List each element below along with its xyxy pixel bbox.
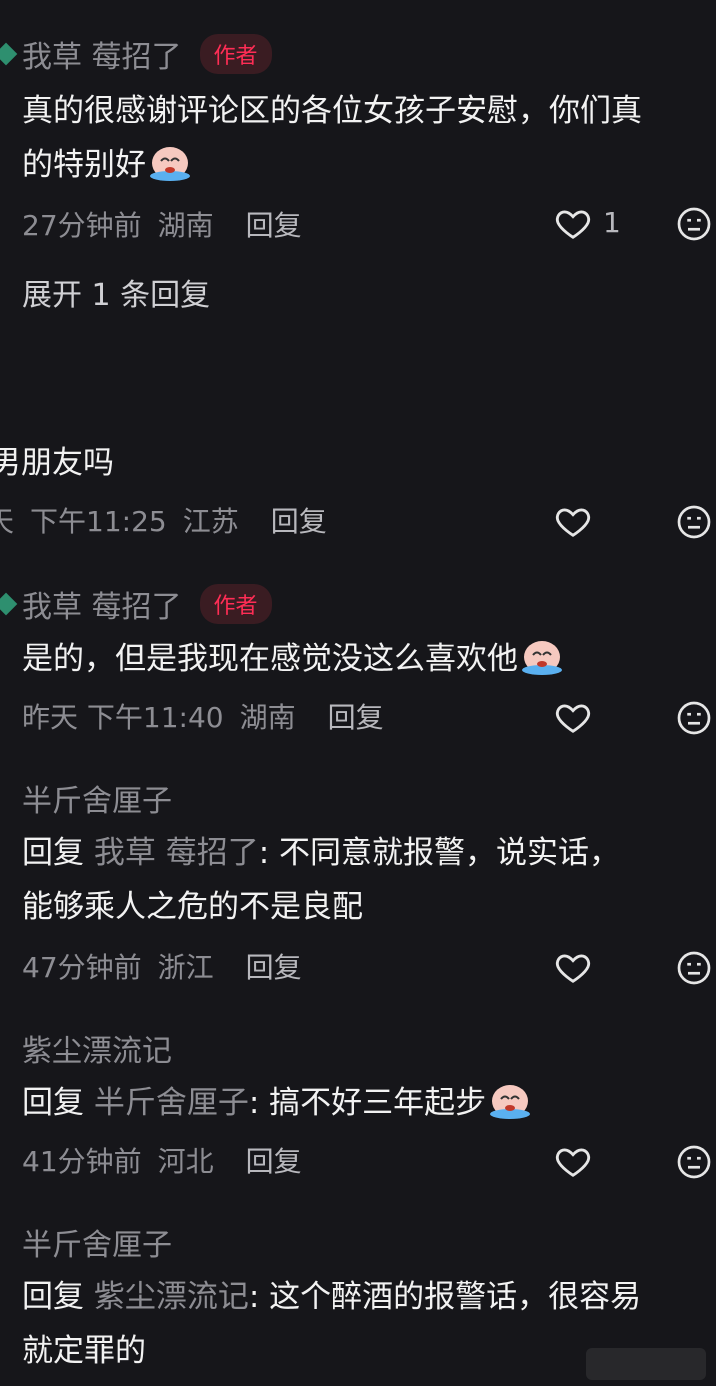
comment-line: 回复 紫尘漂流记: 这个醉酒的报警话，很容易 (22, 1270, 708, 1324)
reply-prefix: 回复 (22, 1085, 84, 1121)
like-count: 1 (603, 206, 621, 239)
like-icon[interactable] (554, 502, 592, 540)
reply-to-user[interactable]: 半斤舍厘子 (94, 1085, 249, 1121)
comment-line-text: : 搞不好三年起步 (248, 1085, 487, 1121)
comment-time: 下午11:25 (30, 505, 167, 538)
comment-text: 是的，但是我现在感觉没这么喜欢他 (22, 632, 708, 686)
comment-author[interactable]: 我草 莓招了 (22, 582, 182, 626)
comment-meta: 41分钟前 河北 回复 (22, 1140, 302, 1180)
comment-header: 我草 莓招了 作者 (0, 32, 272, 76)
comment-line-text: : 这个醉酒的报警话，很容易 (248, 1279, 642, 1315)
like-icon[interactable] (554, 948, 592, 986)
comment-time: 昨天 下午11:40 (22, 701, 224, 734)
like-icon[interactable] (554, 204, 592, 242)
comment-line-text: : 不同意就报警，说实话， (258, 835, 621, 871)
dislike-face-icon[interactable] (676, 206, 712, 242)
reply-to-user[interactable]: 紫尘漂流记 (94, 1279, 249, 1315)
comment-author[interactable]: 紫尘漂流记 (22, 1026, 172, 1070)
comment-line: 回复 半斤舍厘子: 搞不好三年起步 (22, 1076, 708, 1130)
comment-location: 河北 (157, 1145, 214, 1178)
dislike-face-icon[interactable] (676, 1144, 712, 1180)
like-icon[interactable] (554, 698, 592, 736)
like-icon[interactable] (554, 1142, 592, 1180)
comment-line-text: 的特别好 (22, 147, 146, 183)
reply-button[interactable]: 回复 (328, 696, 384, 736)
crying-face-emoji (522, 641, 562, 675)
author-badge: 作者 (199, 34, 272, 74)
comment-location: 浙江 (157, 951, 214, 984)
comment-line: 真的很感谢评论区的各位女孩子安慰，你们真 (22, 93, 642, 129)
reply-prefix: 回复 (22, 1279, 84, 1315)
comment-header: 半斤舍厘子 (22, 1220, 172, 1264)
comment-author[interactable]: 半斤舍厘子 (22, 776, 172, 820)
comment-location: 江苏 (182, 505, 239, 538)
comment-line: 的特别好 (22, 138, 708, 192)
expand-replies[interactable]: 展开 1 条回复 (22, 270, 210, 314)
comment-author[interactable]: 我草 莓招了 (22, 32, 182, 76)
comment-header: 我草 莓招了 作者 (0, 582, 272, 626)
dislike-face-icon[interactable] (676, 700, 712, 736)
dislike-face-icon[interactable] (676, 504, 712, 540)
comment-line: 回复 我草 莓招了: 不同意就报警，说实话， (22, 826, 708, 880)
green-diamond-icon (0, 592, 18, 616)
crying-face-emoji (490, 1085, 531, 1119)
comment-text: 真的很感谢评论区的各位女孩子安慰，你们真 的特别好 (22, 84, 708, 192)
comment-meta: 27分钟前 湖南 回复 (22, 204, 302, 244)
comment-text: 回复 半斤舍厘子: 搞不好三年起步 (22, 1076, 708, 1130)
green-diamond-icon (0, 42, 18, 66)
comment-line-text: 是的，但是我现在感觉没这么喜欢他 (22, 641, 518, 677)
comment-time: 27分钟前 (22, 209, 142, 242)
comment-time-prefix: 天 (0, 505, 15, 538)
comment-header: 半斤舍厘子 (22, 776, 172, 820)
author-badge: 作者 (199, 584, 272, 624)
comment-meta: 昨天 下午11:40 湖南 回复 (22, 696, 384, 736)
comment-text: 男朋友吗 (0, 445, 114, 481)
comment-time: 47分钟前 (22, 951, 142, 984)
reply-button[interactable]: 回复 (246, 1140, 302, 1180)
comment-meta: 天 下午11:25 江苏 回复 (0, 500, 327, 540)
comment-meta: 47分钟前 浙江 回复 (22, 946, 302, 986)
comment-text: 回复 我草 莓招了: 不同意就报警，说实话， 能够乘人之危的不是良配 (22, 826, 708, 934)
comment-header: 紫尘漂流记 (22, 1026, 172, 1070)
watermark-logo (586, 1348, 706, 1380)
comment-time: 41分钟前 (22, 1145, 142, 1178)
reply-button[interactable]: 回复 (246, 204, 302, 244)
comment-line: 是的，但是我现在感觉没这么喜欢他 (22, 632, 708, 686)
comment-line: 能够乘人之危的不是良配 (22, 889, 363, 925)
dislike-face-icon[interactable] (676, 950, 712, 986)
crying-face-emoji (150, 147, 190, 181)
reply-to-user[interactable]: 我草 莓招了 (94, 835, 259, 871)
reply-button[interactable]: 回复 (271, 500, 327, 540)
reply-button[interactable]: 回复 (246, 946, 302, 986)
comment-location: 湖南 (157, 209, 214, 242)
reply-prefix: 回复 (22, 835, 84, 871)
comment-location: 湖南 (239, 701, 296, 734)
comment-author[interactable]: 半斤舍厘子 (22, 1220, 172, 1264)
